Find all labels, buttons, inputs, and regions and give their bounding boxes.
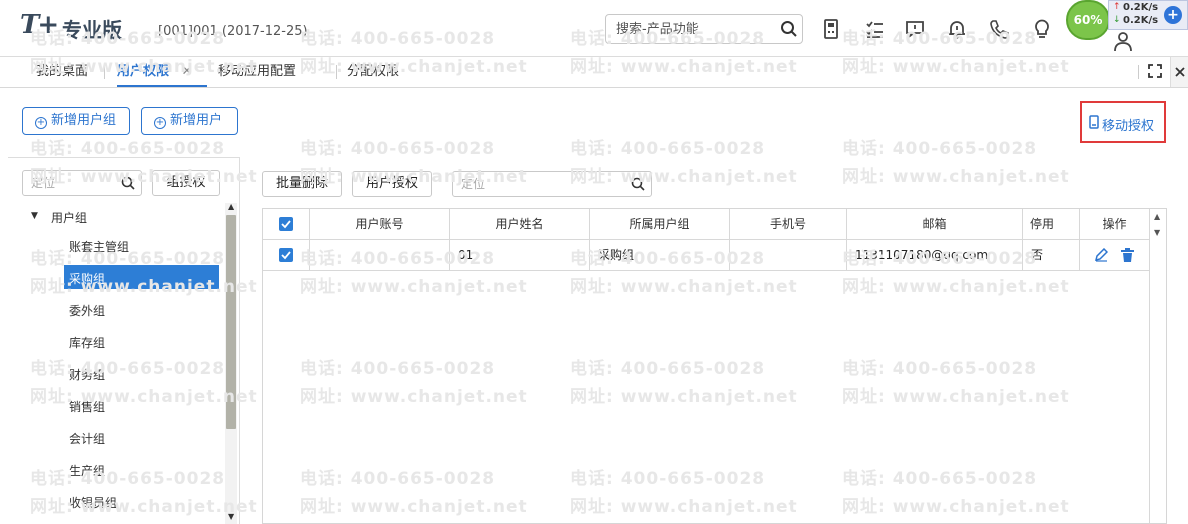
upload-arrow-icon: ↑ <box>1113 2 1121 12</box>
plus-circle-icon: + <box>154 117 166 129</box>
tree-item-accounting[interactable]: 会计组 <box>69 430 105 447</box>
speed-boost-button[interactable]: + <box>1164 6 1182 24</box>
watermark-site: 网址: www.chanjet.net <box>842 167 1070 187</box>
network-speed-ball[interactable]: 60% <box>1066 0 1110 40</box>
tree-item-accounting-supervisor[interactable]: 账套主管组 <box>69 238 129 255</box>
search-icon[interactable] <box>631 177 645 191</box>
tree-root-label[interactable]: 用户组 <box>51 209 87 226</box>
scroll-down-arrow-icon[interactable]: ▼ <box>228 512 234 521</box>
table-scrollbar[interactable] <box>1150 209 1166 523</box>
product-search-box[interactable] <box>605 14 803 44</box>
message-icon[interactable] <box>904 18 926 40</box>
tree-item-outsourcing[interactable]: 委外组 <box>69 302 105 319</box>
column-header-actions: 操作 <box>1102 217 1127 231</box>
tab-desktop[interactable]: 我的桌面 <box>36 57 88 87</box>
search-icon[interactable] <box>780 20 798 38</box>
column-header-name[interactable]: 用户姓名 <box>450 209 589 239</box>
scroll-up-arrow-icon[interactable]: ▲ <box>228 202 234 211</box>
watermark-phone: 电话: 400-665-0028 <box>300 139 496 159</box>
tab-mobile-config[interactable]: 移动应用配置 <box>218 57 296 87</box>
column-header-group[interactable]: 所属用户组 <box>590 209 729 239</box>
tree-item-inventory[interactable]: 库存组 <box>69 334 105 351</box>
scroll-up-arrow-icon[interactable]: ▲ <box>1154 212 1160 221</box>
watermark-phone: 电话: 400-665-0028 <box>30 139 226 159</box>
expand-arrow-icon[interactable]: ▼ <box>31 211 38 221</box>
tab-divider <box>1138 65 1139 79</box>
add-user-group-button[interactable]: + 新增用户组 <box>22 107 130 135</box>
tree-item-finance[interactable]: 财务组 <box>69 366 105 383</box>
close-icon[interactable] <box>1175 67 1185 77</box>
row-divider <box>263 270 1150 271</box>
column-header-disabled[interactable]: 停用 <box>1023 209 1061 239</box>
product-search-input[interactable] <box>606 15 776 43</box>
calculator-icon[interactable] <box>820 18 842 40</box>
sidebar-scroll-thumb[interactable] <box>226 215 236 429</box>
user-icon[interactable] <box>1112 30 1134 52</box>
download-arrow-icon: ↓ <box>1113 15 1121 25</box>
app-edition: 专业版 <box>62 18 122 42</box>
select-all-checkbox[interactable] <box>279 217 293 231</box>
bell-icon[interactable] <box>946 18 968 40</box>
upload-speed: 0.2K/s <box>1123 2 1159 13</box>
tab-bar: 我的桌面 用户权限 ✕ 移动应用配置 分配权限 <box>0 57 1188 88</box>
tab-user-permissions-label: 用户权限 <box>117 64 170 79</box>
tab-user-permissions[interactable]: 用户权限 ✕ <box>117 57 207 87</box>
user-auth-button[interactable]: 用户授权 <box>352 171 432 197</box>
tree-item-sales[interactable]: 销售组 <box>69 398 105 415</box>
delete-icon[interactable] <box>1121 248 1134 262</box>
edit-icon[interactable] <box>1094 248 1108 262</box>
group-auth-button[interactable]: 组授权 <box>152 170 220 196</box>
tab-divider <box>336 65 337 79</box>
mobile-auth-button[interactable]: 移动授权 <box>1080 101 1166 143</box>
tab-assign-permissions[interactable]: 分配权限 <box>347 57 399 87</box>
column-header-phone[interactable]: 手机号 <box>730 209 846 239</box>
user-group-sidebar <box>8 157 240 524</box>
checklist-icon[interactable] <box>864 18 886 40</box>
column-header-account[interactable]: 用户账号 <box>310 209 449 239</box>
download-speed: 0.2K/s <box>1123 15 1159 26</box>
plus-circle-icon: + <box>35 117 47 129</box>
table-locate-field[interactable] <box>452 171 652 197</box>
scroll-down-arrow-icon[interactable]: ▼ <box>1154 228 1160 237</box>
sidebar-locate-field[interactable] <box>22 170 142 196</box>
add-user-button[interactable]: + 新增用户 <box>141 107 238 135</box>
batch-delete-button[interactable]: 批量删除 <box>262 171 342 197</box>
add-user-label: 新增用户 <box>170 113 223 128</box>
search-icon[interactable] <box>121 176 135 190</box>
column-header-email[interactable]: 邮箱 <box>847 209 1022 239</box>
phone-icon[interactable] <box>988 18 1010 40</box>
account-info: [001]001 (2017-12-25) <box>158 24 308 39</box>
app-logo: T+ <box>20 10 59 40</box>
cell-email: 1131107180@qq.com <box>855 248 989 262</box>
header-divider <box>263 239 1150 240</box>
cell-disabled: 否 <box>1031 248 1044 262</box>
tree-item-purchasing[interactable]: 采购组 <box>69 270 105 287</box>
tree-item-production[interactable]: 生产组 <box>69 462 105 479</box>
check-icon <box>281 251 291 260</box>
close-tab-icon[interactable]: ✕ <box>182 64 193 79</box>
bulb-icon[interactable] <box>1031 18 1053 40</box>
watermark-phone: 电话: 400-665-0028 <box>842 139 1038 159</box>
tab-scroll[interactable] <box>1170 57 1188 87</box>
check-icon <box>281 220 291 229</box>
fullscreen-icon[interactable] <box>1148 64 1162 78</box>
cell-group: 采购组 <box>598 248 635 262</box>
mobile-phone-icon <box>1089 115 1099 129</box>
tree-item-cashier[interactable]: 收银员组 <box>69 494 117 511</box>
cell-account: 01 <box>458 248 474 262</box>
add-user-group-label: 新增用户组 <box>51 113 117 128</box>
table-locate-input[interactable] <box>453 172 651 196</box>
tab-divider <box>104 65 105 79</box>
watermark-phone: 电话: 400-665-0028 <box>570 139 766 159</box>
mobile-auth-label: 移动授权 <box>1102 119 1155 134</box>
row-checkbox[interactable] <box>279 248 293 262</box>
